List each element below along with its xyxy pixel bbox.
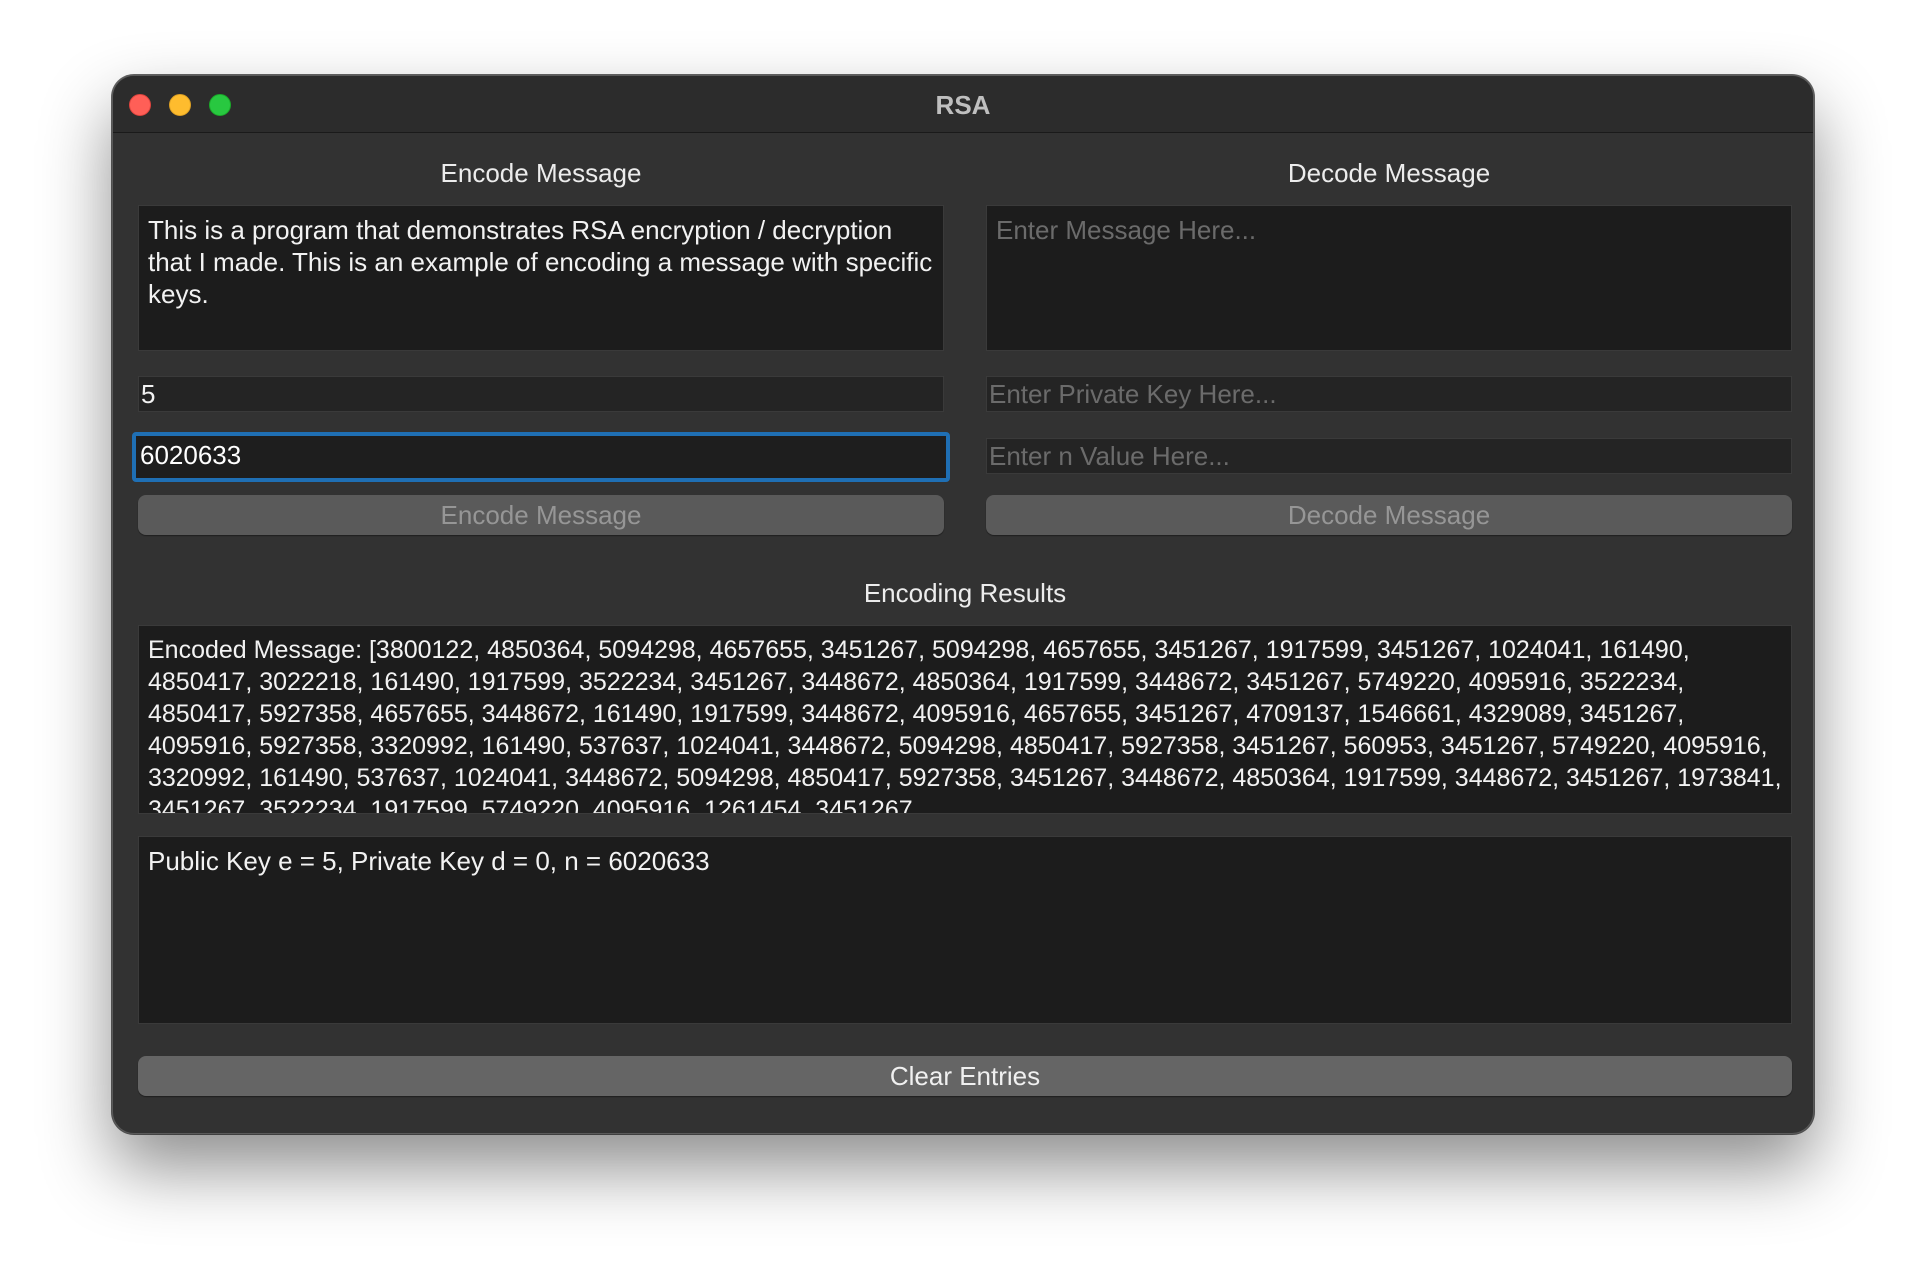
- private-key-placeholder: Enter Private Key Here...: [989, 379, 1277, 409]
- encode-message-textarea[interactable]: This is a program that demonstrates RSA …: [138, 205, 944, 351]
- app-window: RSA Encode Message This is a program tha…: [112, 75, 1814, 1134]
- public-key-input[interactable]: 5: [138, 376, 944, 412]
- decode-n-input[interactable]: Enter n Value Here...: [986, 438, 1792, 474]
- public-key-value: 5: [141, 379, 156, 409]
- key-info-output[interactable]: Public Key e = 5, Private Key d = 0, n =…: [138, 836, 1792, 1024]
- clear-entries-button[interactable]: Clear Entries: [138, 1056, 1792, 1096]
- decode-section-title: Decode Message: [1287, 158, 1491, 188]
- title-bar[interactable]: RSA: [113, 76, 1813, 133]
- decode-message-textarea[interactable]: Enter Message Here...: [986, 205, 1792, 351]
- key-info-text: Public Key e = 5, Private Key d = 0, n =…: [148, 846, 710, 876]
- encoded-message-text: Encoded Message: [3800122, 4850364, 5094…: [148, 636, 1782, 814]
- private-key-input[interactable]: Enter Private Key Here...: [986, 376, 1792, 412]
- encode-message-text: This is a program that demonstrates RSA …: [148, 215, 933, 309]
- encode-n-input[interactable]: 6020633: [132, 432, 950, 482]
- encoding-results-title: Encoding Results: [863, 578, 1067, 608]
- decode-message-placeholder: Enter Message Here...: [996, 215, 1257, 245]
- decode-message-button[interactable]: Decode Message: [986, 495, 1792, 535]
- encode-message-button[interactable]: Encode Message: [138, 495, 944, 535]
- encode-n-value: 6020633: [140, 440, 242, 470]
- encode-section-title: Encode Message: [440, 158, 642, 188]
- decode-n-placeholder: Enter n Value Here...: [989, 441, 1230, 471]
- encoded-message-output[interactable]: Encoded Message: [3800122, 4850364, 5094…: [138, 625, 1792, 814]
- window-title: RSA: [935, 90, 991, 120]
